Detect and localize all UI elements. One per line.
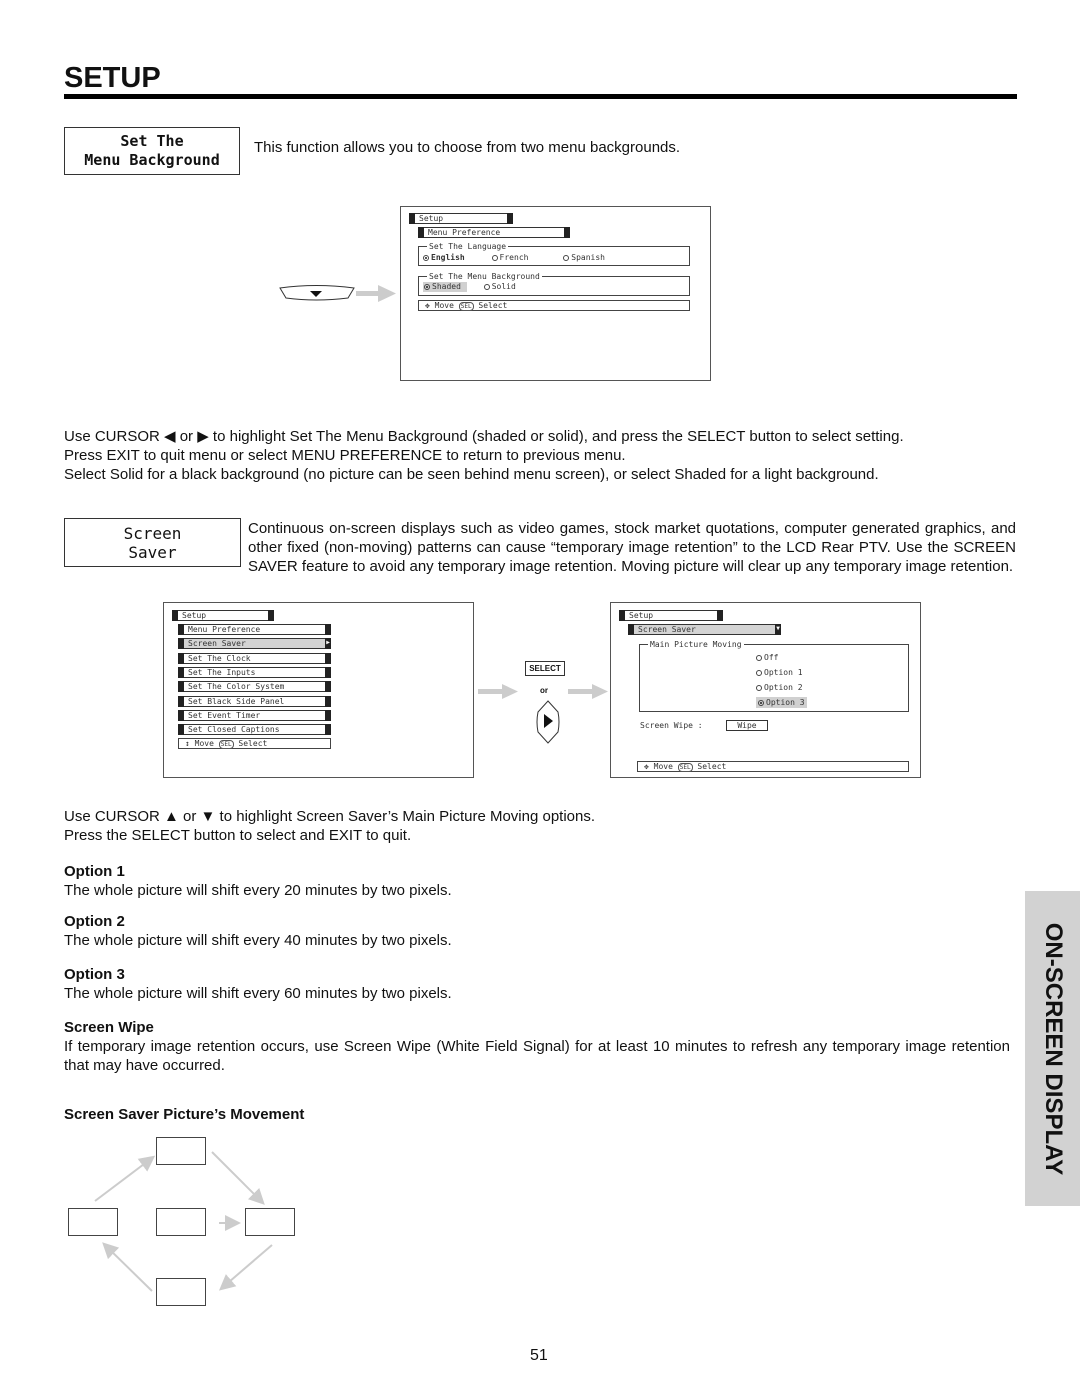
osd-menu-item[interactable]: ▶ Screen Saver (178, 638, 331, 650)
option-3-description: Option 3 The whole picture will shift ev… (64, 966, 452, 1002)
osd-background-group: Set The Menu Background Shaded Solid (418, 272, 690, 296)
label-line1: Set The (120, 132, 184, 150)
osd-menu-background-screen: Setup Menu Preference Set The Language E… (400, 206, 711, 381)
radio-icon (563, 255, 570, 261)
option-off[interactable]: Off (756, 650, 807, 665)
radio-selected-icon (424, 284, 430, 290)
option-3[interactable]: Option 3 (756, 695, 807, 710)
arrow-top-to-right-icon (211, 1151, 265, 1205)
updown-icon: ↕ (185, 739, 190, 748)
label-line2: Menu Background (84, 151, 220, 169)
menu-background-instructions: Use CURSOR ◀ or ▶ to highlight Set The M… (64, 428, 904, 483)
screen-saver-instructions: Use CURSOR ▲ or ▼ to highlight Screen Sa… (64, 808, 596, 844)
arrow-right-to-bottom-icon (218, 1244, 273, 1291)
radio-selected-icon (423, 255, 429, 261)
arrow-left-to-top-icon (94, 1155, 156, 1202)
osd-setup-bar: Setup (619, 610, 723, 621)
screen-saver-label: Screen Saver (64, 518, 241, 567)
osd-footer: ✥ Move SEL Select (418, 300, 690, 311)
background-option-solid[interactable]: Solid (483, 282, 516, 291)
background-option-shaded[interactable]: Shaded (423, 282, 467, 292)
osd-menu-item[interactable]: Set Event Timer (178, 709, 331, 721)
section-side-tab: ON-SCREEN DISPLAY (1025, 891, 1080, 1206)
page-number: 51 (530, 1347, 548, 1364)
osd-setup-bar: Setup (172, 610, 274, 621)
menu-background-intro: This function allows you to choose from … (254, 139, 681, 156)
radio-icon (483, 284, 490, 290)
osd-menu-item[interactable]: Set The Clock (178, 652, 331, 664)
option-list: Off Option 1 Option 2 Option 3 (756, 650, 807, 710)
or-text: or (540, 686, 548, 695)
osd-menu-item[interactable]: Set Black Side Panel (178, 695, 331, 707)
cursor-right-button-icon (536, 700, 560, 744)
osd-footer: ✥ Move SEL Select (637, 761, 909, 772)
osd-setup-bar: Setup (409, 213, 513, 224)
sel-key-icon: SEL (458, 302, 474, 311)
osd-menu-item[interactable]: Set The Color System (178, 681, 331, 693)
radio-icon (756, 685, 762, 691)
option-1-description: Option 1 The whole picture will shift ev… (64, 863, 452, 899)
arrow-right-icon (568, 684, 608, 699)
radio-icon (756, 670, 762, 676)
select-button: SELECT (525, 661, 565, 676)
language-option-french[interactable]: French (491, 253, 528, 262)
osd-language-group: Set The Language English French Spanish (418, 242, 690, 266)
osd-screen-saver-bar[interactable]: ▼ Screen Saver (628, 624, 781, 635)
language-option-english[interactable]: English (423, 253, 465, 262)
osd-menu-preference-bar[interactable]: Menu Preference (418, 227, 570, 238)
osd-menu-item[interactable]: Set Closed Captions (178, 724, 331, 736)
option-2-description: Option 2 The whole picture will shift ev… (64, 913, 452, 949)
sel-key-icon: SEL (677, 763, 693, 772)
sel-key-icon: SEL (218, 740, 234, 749)
screen-wipe-label: Screen Wipe : (640, 721, 703, 730)
osd-menu-item[interactable]: Menu Preference (178, 624, 331, 635)
option-2[interactable]: Option 2 (756, 680, 807, 695)
menu-background-label: Set The Menu Background (64, 127, 240, 175)
move-icon: ✥ (425, 301, 430, 310)
movement-arrows (94, 1151, 273, 1292)
move-icon: ✥ (644, 762, 649, 771)
radio-icon (756, 655, 762, 661)
title-rule (64, 94, 1017, 99)
language-option-spanish[interactable]: Spanish (563, 253, 605, 262)
wipe-button[interactable]: Wipe (726, 720, 768, 731)
osd-main-picture-group: Main Picture Moving Off Option 1 Option … (639, 640, 909, 712)
arrow-right-icon (478, 684, 518, 699)
osd-menu-item[interactable]: Set The Inputs (178, 666, 331, 678)
movement-heading: Screen Saver Picture’s Movement (64, 1106, 305, 1123)
osd-setup-menu-screen: Setup Menu Preference ▶ Screen Saver Set Th… (163, 602, 474, 778)
screen-saver-intro: Continuous on-screen displays such as vi… (248, 520, 1016, 575)
cursor-down-button-icon (279, 285, 396, 302)
osd-screen-saver-screen: Setup ▼ Screen Saver Main Picture Moving … (610, 602, 921, 778)
radio-icon (491, 255, 498, 261)
radio-selected-icon (758, 700, 764, 706)
screen-wipe-description: Screen Wipe If temporary image retention… (64, 1019, 1010, 1074)
osd-footer: ↕ Move SEL Select (178, 738, 331, 749)
page-title: SETUP (64, 62, 161, 94)
option-1[interactable]: Option 1 (756, 665, 807, 680)
arrow-bottom-to-left-icon (102, 1242, 153, 1292)
